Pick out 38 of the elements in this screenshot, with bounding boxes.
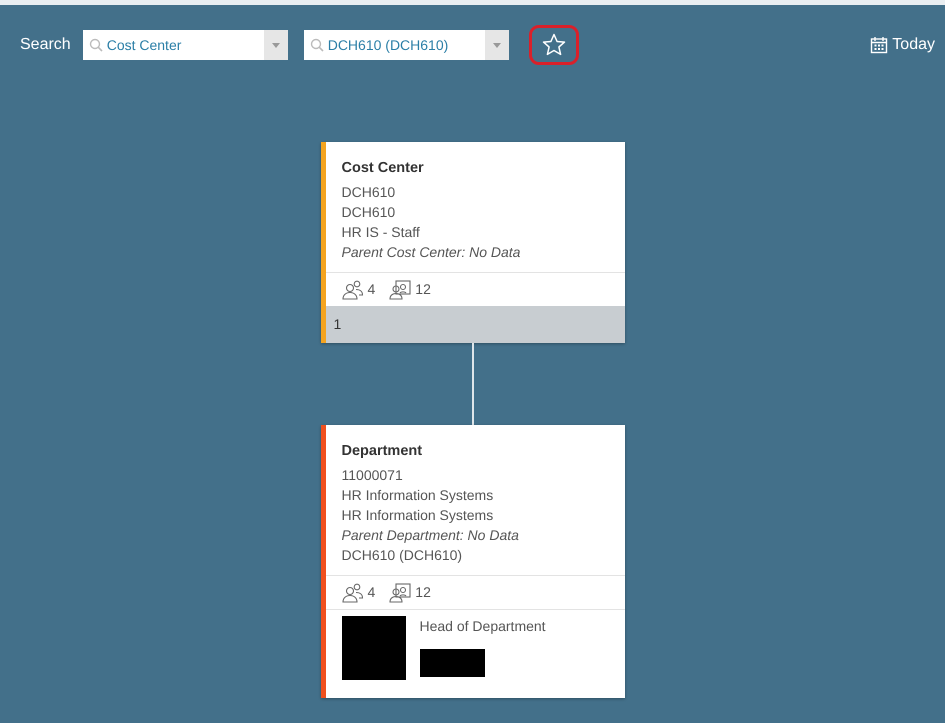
redaction-block xyxy=(420,649,484,677)
people-icon xyxy=(342,280,364,300)
people-icon xyxy=(342,582,364,602)
node-detail: DCH610 xyxy=(342,203,396,222)
member-count: 12 xyxy=(389,279,431,300)
search-field[interactable]: Cost Center xyxy=(82,30,264,60)
dropdown-button[interactable] xyxy=(264,30,288,60)
node-detail: Parent Cost Center: No Data xyxy=(342,243,522,262)
search-icon xyxy=(88,38,103,52)
node-title: Department xyxy=(342,442,424,461)
redaction-block xyxy=(342,616,406,680)
org-node-card[interactable]: Department 11000071 HR Information Systems HR Information Systems Parent Department: No Data DCH610 (DCH610) 4 12 Head of Department xyxy=(320,425,624,698)
node-detail: HR Information Systems xyxy=(342,506,494,525)
member-count: 4 xyxy=(342,279,376,300)
star-icon xyxy=(542,33,566,57)
member-count: 4 xyxy=(342,582,376,603)
head-role: Head of Department xyxy=(420,617,546,636)
caret-icon xyxy=(492,42,501,48)
node-detail: Parent Department: No Data xyxy=(342,526,520,545)
member-count: 12 xyxy=(389,582,431,603)
node-detail: DCH610 xyxy=(342,183,396,202)
search-icon xyxy=(310,38,324,52)
today-button[interactable]: Today xyxy=(870,33,935,57)
node-detail: 11000071 xyxy=(342,466,404,485)
node-detail: HR IS - Staff xyxy=(342,223,421,242)
team-icon xyxy=(389,280,412,300)
caret-icon xyxy=(272,42,280,48)
favorite-button[interactable] xyxy=(528,25,579,65)
search-field[interactable]: DCH610 (DCH610) xyxy=(304,30,485,60)
node-footer: 1 xyxy=(326,306,624,343)
search-label: Search xyxy=(20,35,71,55)
node-detail: HR Information Systems xyxy=(342,486,494,505)
dropdown-button[interactable] xyxy=(484,30,509,60)
node-title: Cost Center xyxy=(342,159,425,178)
node-detail: DCH610 (DCH610) xyxy=(342,546,464,565)
org-node-card[interactable]: Cost Center DCH610 DCH610 HR IS - Staff Parent Cost Center: No Data 4 12 1 xyxy=(320,142,624,343)
calendar-icon xyxy=(870,36,888,54)
team-icon xyxy=(389,582,412,602)
